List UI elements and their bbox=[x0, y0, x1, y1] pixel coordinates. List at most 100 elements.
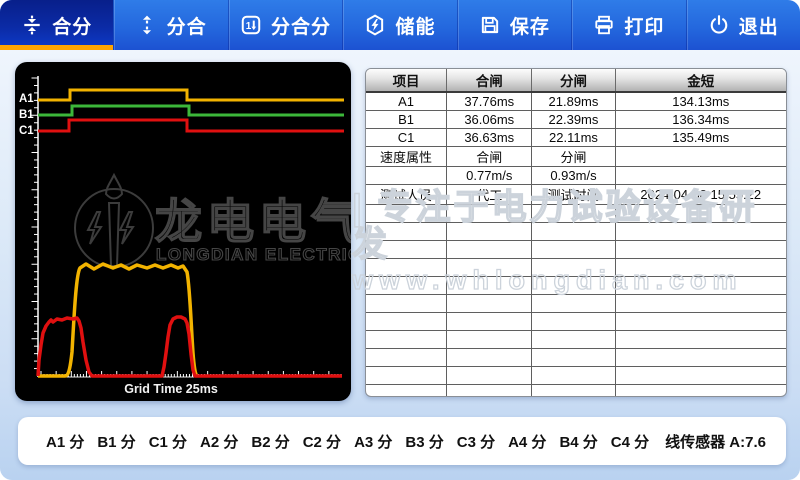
open-close-icon bbox=[136, 14, 158, 36]
column-header-short: 金短 bbox=[615, 69, 786, 92]
table-cell bbox=[447, 312, 532, 330]
y-axis-ticks bbox=[32, 78, 39, 369]
table-cell: 速度属性 bbox=[366, 146, 447, 166]
table-cell bbox=[447, 276, 532, 294]
a1-contact-trace bbox=[38, 90, 344, 100]
phase-status: A3 分 bbox=[354, 431, 392, 452]
phase-status: C1 分 bbox=[149, 431, 187, 452]
table-cell bbox=[615, 166, 786, 184]
table-cell bbox=[615, 240, 786, 258]
table-row bbox=[366, 348, 786, 366]
breaker-analyzer-app: 合分 分合 1 分合分 储能 bbox=[0, 0, 800, 480]
table-cell bbox=[532, 348, 615, 366]
phase-status: C3 分 bbox=[457, 431, 495, 452]
table-cell bbox=[532, 204, 615, 222]
table-cell: C1 bbox=[366, 128, 447, 146]
table-cell bbox=[366, 258, 447, 276]
tab-label: 储能 bbox=[395, 12, 435, 39]
table-cell bbox=[615, 294, 786, 312]
tab-energy-storage[interactable]: 储能 bbox=[342, 0, 456, 50]
tab-open-close-open[interactable]: 1 分合分 bbox=[228, 0, 342, 50]
b1-contact-trace bbox=[38, 106, 344, 115]
table-cell bbox=[447, 348, 532, 366]
table-cell bbox=[447, 366, 532, 384]
table-cell: 测试时间 bbox=[532, 184, 615, 204]
save-icon bbox=[479, 14, 501, 36]
table-row bbox=[366, 204, 786, 222]
brand-watermark-en: LONGDIAN ELECTRIC bbox=[156, 245, 351, 264]
tab-close-open[interactable]: 合分 bbox=[0, 0, 113, 50]
table-row: C136.63ms22.11ms135.49ms bbox=[366, 128, 786, 146]
phase-status: B1 分 bbox=[97, 431, 135, 452]
table-cell bbox=[447, 258, 532, 276]
table-cell bbox=[615, 312, 786, 330]
navbar: 合分 分合 1 分合分 储能 bbox=[0, 0, 800, 50]
phase-status: B2 分 bbox=[251, 431, 289, 452]
table-row: 测试人员代工测试时间2024-04-08 15:55:22 bbox=[366, 184, 786, 204]
tab-label: 退出 bbox=[739, 12, 779, 39]
table-cell bbox=[366, 312, 447, 330]
table-cell bbox=[615, 258, 786, 276]
phase-status: A2 分 bbox=[200, 431, 238, 452]
table-cell bbox=[366, 166, 447, 184]
close-open-icon bbox=[21, 14, 43, 36]
table-cell bbox=[615, 384, 786, 397]
table-cell: 代工 bbox=[447, 184, 532, 204]
open-close-open-icon: 1 bbox=[240, 14, 262, 36]
table-cell bbox=[532, 366, 615, 384]
table-cell bbox=[532, 294, 615, 312]
table-row bbox=[366, 240, 786, 258]
table-cell bbox=[366, 366, 447, 384]
brand-watermark-cn: 龙电电气 bbox=[155, 195, 351, 248]
table-cell bbox=[615, 348, 786, 366]
tab-label: 分合分 bbox=[271, 12, 331, 39]
table-cell bbox=[366, 222, 447, 240]
table-cell bbox=[366, 330, 447, 348]
table-row bbox=[366, 258, 786, 276]
table-cell bbox=[366, 240, 447, 258]
table-row: 速度属性合闸分闸 bbox=[366, 146, 786, 166]
tab-exit[interactable]: 退出 bbox=[686, 0, 800, 50]
results-table: 项目 合闸 分闸 金短 A137.76ms21.89ms134.13msB136… bbox=[366, 69, 786, 397]
table-cell: 22.39ms bbox=[532, 110, 615, 128]
table-row bbox=[366, 276, 786, 294]
waveform-panel: 龙电电气 LONGDIAN ELECTRIC A1 B1 C1 Grid Tim… bbox=[15, 62, 351, 401]
tab-open-close[interactable]: 分合 bbox=[113, 0, 227, 50]
table-cell bbox=[615, 276, 786, 294]
table-cell bbox=[447, 240, 532, 258]
table-cell bbox=[366, 384, 447, 397]
channel-label-a1: A1 bbox=[19, 93, 34, 105]
tab-print[interactable]: 打印 bbox=[571, 0, 685, 50]
table-cell bbox=[447, 384, 532, 397]
channel-label-c1: C1 bbox=[19, 125, 34, 137]
table-cell bbox=[532, 240, 615, 258]
table-row: A137.76ms21.89ms134.13ms bbox=[366, 92, 786, 110]
tab-label: 合分 bbox=[52, 12, 92, 39]
table-cell: 134.13ms bbox=[615, 92, 786, 110]
table-cell bbox=[532, 258, 615, 276]
phase-status: B4 分 bbox=[559, 431, 597, 452]
table-cell bbox=[447, 294, 532, 312]
table-cell bbox=[615, 222, 786, 240]
table-row bbox=[366, 294, 786, 312]
table-row: B136.06ms22.39ms136.34ms bbox=[366, 110, 786, 128]
brand-watermark-logo bbox=[75, 175, 153, 267]
table-cell bbox=[447, 330, 532, 348]
results-table-body: A137.76ms21.89ms134.13msB136.06ms22.39ms… bbox=[366, 92, 786, 397]
table-cell: 0.93m/s bbox=[532, 166, 615, 184]
table-row bbox=[366, 312, 786, 330]
table-cell: 36.63ms bbox=[447, 128, 532, 146]
phase-status: C4 分 bbox=[611, 431, 649, 452]
table-cell bbox=[532, 276, 615, 294]
grid-time-label: Grid Time 25ms bbox=[124, 382, 218, 396]
table-cell: 测试人员 bbox=[366, 184, 447, 204]
table-cell: 22.11ms bbox=[532, 128, 615, 146]
phase-status-list: A1 分B1 分C1 分A2 分B2 分C2 分A3 分B3 分C3 分A4 分… bbox=[46, 431, 649, 452]
tab-label: 保存 bbox=[510, 12, 550, 39]
table-cell: 合闸 bbox=[447, 146, 532, 166]
tab-save[interactable]: 保存 bbox=[457, 0, 571, 50]
table-cell bbox=[615, 366, 786, 384]
table-cell bbox=[615, 146, 786, 166]
column-header-close: 合闸 bbox=[447, 69, 532, 92]
phase-status: A1 分 bbox=[46, 431, 84, 452]
